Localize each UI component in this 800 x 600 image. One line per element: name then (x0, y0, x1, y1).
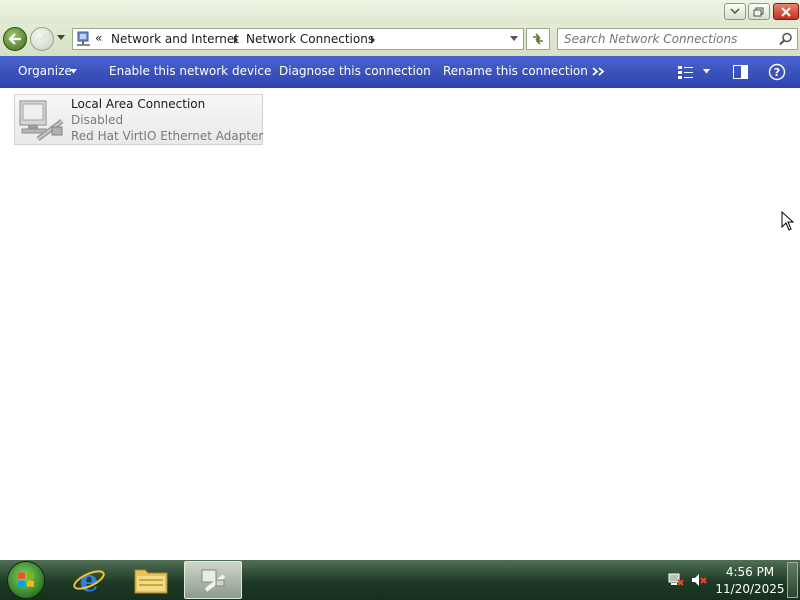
back-button[interactable] (3, 27, 27, 51)
breadcrumb-separator-icon[interactable] (370, 36, 376, 44)
forward-arrow-icon (36, 33, 49, 45)
network-disconnected-icon[interactable] (668, 573, 684, 587)
connection-adapter: Red Hat VirtIO Ethernet Adapter (71, 129, 264, 143)
minimize-button[interactable] (724, 3, 746, 20)
connection-status: Disabled (71, 113, 124, 127)
mouse-cursor-icon (781, 211, 794, 231)
connections-list: Local Area Connection Disabled Red Hat V… (0, 88, 800, 560)
organize-button[interactable]: Organize (18, 64, 72, 78)
svg-text:e: e (79, 564, 98, 597)
taskbar-network-connections-button[interactable] (184, 561, 242, 599)
address-toolbar: « Network and Internet Network Connectio… (0, 24, 800, 56)
back-arrow-icon (8, 33, 21, 45)
search-icon[interactable] (779, 32, 793, 46)
command-bar: Organize Enable this network device Diag… (0, 56, 800, 88)
recent-pages-dropdown-icon[interactable] (57, 35, 66, 41)
close-icon (781, 7, 791, 17)
search-box[interactable] (557, 28, 798, 50)
views-dropdown-icon[interactable] (703, 69, 711, 74)
connection-tile-local-area[interactable]: Local Area Connection Disabled Red Hat V… (14, 94, 263, 145)
minimize-icon (730, 8, 740, 15)
rename-connection-button[interactable]: Rename this connection (443, 64, 588, 78)
windows-logo-icon (18, 572, 34, 587)
breadcrumb-network-connections[interactable]: Network Connections (246, 32, 374, 46)
windows-explorer-icon[interactable] (133, 564, 169, 596)
network-adapter-icon (19, 100, 64, 141)
breadcrumb-network-and-internet[interactable]: Network and Internet (111, 32, 239, 46)
restore-icon (753, 7, 764, 17)
close-button[interactable] (773, 3, 799, 20)
organize-dropdown-icon[interactable] (70, 69, 78, 74)
network-connections-icon (201, 569, 226, 592)
network-location-icon (77, 31, 90, 46)
clock-time[interactable]: 4:56 PM (700, 565, 800, 579)
start-button[interactable] (7, 561, 45, 599)
forward-button[interactable] (30, 27, 54, 51)
change-view-icon[interactable] (678, 65, 694, 79)
enable-network-device-button[interactable]: Enable this network device (109, 64, 271, 78)
address-bar[interactable]: « Network and Internet Network Connectio… (72, 28, 524, 50)
more-chevrons-icon[interactable] (592, 67, 605, 76)
breadcrumb-separator-icon[interactable] (233, 36, 239, 44)
address-history-dropdown-icon[interactable] (510, 36, 519, 42)
diagnose-connection-button[interactable]: Diagnose this connection (279, 64, 431, 78)
breadcrumb-overflow[interactable]: « (95, 31, 102, 45)
preview-pane-icon[interactable] (733, 65, 748, 79)
taskbar: e 4:56 PM 11/20/2025 (0, 560, 800, 600)
window-titlebar (0, 0, 800, 24)
clock-date[interactable]: 11/20/2025 (700, 582, 800, 596)
connection-name: Local Area Connection (71, 97, 206, 111)
svg-text:?: ? (774, 66, 780, 79)
refresh-button[interactable] (526, 28, 550, 50)
restore-button[interactable] (748, 3, 770, 20)
help-icon[interactable]: ? (768, 63, 786, 81)
refresh-icon (533, 33, 543, 45)
internet-explorer-icon[interactable]: e (72, 563, 106, 597)
search-input[interactable] (564, 31, 772, 47)
show-desktop-button[interactable] (787, 562, 798, 598)
